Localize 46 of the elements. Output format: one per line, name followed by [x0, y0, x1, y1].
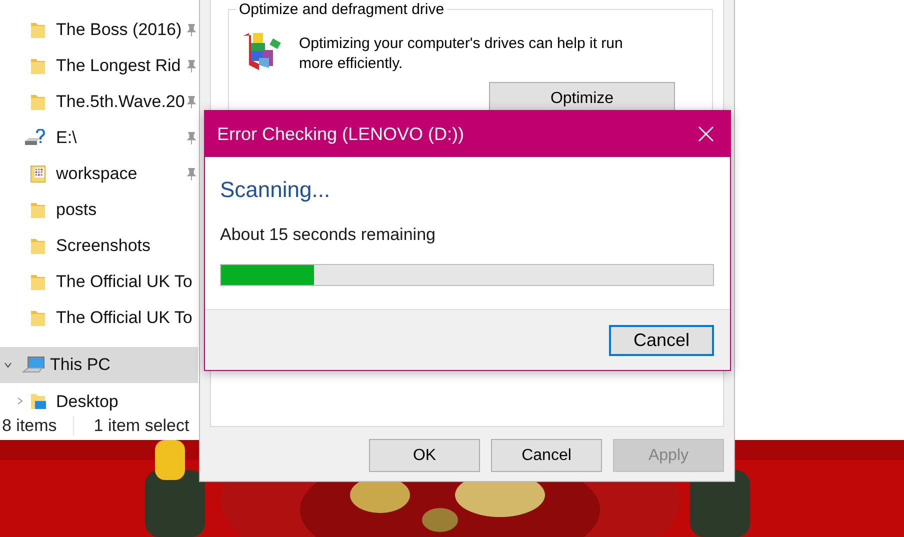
folder-icon: [30, 309, 46, 327]
nav-item[interactable]: E:\: [0, 120, 198, 156]
nav-item[interactable]: Screenshots: [0, 228, 198, 264]
nav-label: E:\: [56, 128, 77, 148]
cancel-button[interactable]: Cancel: [491, 439, 602, 472]
group-title: Optimize and defragment drive: [236, 1, 448, 18]
nav-label: Screenshots: [56, 236, 150, 256]
nav-label: workspace: [56, 164, 138, 184]
chevron-down-icon[interactable]: [4, 361, 12, 369]
folder-grid-icon: [30, 165, 46, 183]
computer-icon: [22, 356, 46, 374]
nav-item[interactable]: The Official UK To: [0, 264, 198, 300]
nav-item[interactable]: posts: [0, 192, 198, 228]
folder-icon: [30, 57, 46, 75]
selection-status: 1 item select: [94, 416, 190, 436]
nav-label: This PC: [50, 355, 110, 375]
time-remaining: About 15 seconds remaining: [220, 225, 436, 245]
dialog-title: Error Checking (LENOVO (D:)): [217, 124, 466, 144]
nav-item[interactable]: The Longest Rid: [0, 48, 198, 84]
nav-item[interactable]: The Boss (2016): [0, 12, 198, 48]
nav-label: The Official UK To: [56, 272, 192, 292]
folder-icon: [30, 273, 46, 291]
desktop-folder-icon: [30, 392, 46, 410]
nav-item[interactable]: The.5th.Wave.20: [0, 84, 198, 120]
nav-item[interactable]: workspace: [0, 156, 198, 192]
nav-label: Desktop: [56, 393, 118, 411]
folder-icon: [30, 21, 46, 39]
nav-item[interactable]: The Official UK To: [0, 300, 198, 336]
scanning-heading: Scanning...: [220, 177, 332, 203]
folder-icon: [30, 237, 46, 255]
ok-button[interactable]: OK: [369, 439, 480, 472]
nav-label: posts: [56, 200, 97, 220]
cancel-button[interactable]: Cancel: [609, 324, 714, 356]
nav-label: The Official UK To: [56, 308, 192, 328]
nav-item[interactable]: Desktop: [0, 383, 198, 411]
item-count: 8 items: [2, 416, 57, 436]
nav-label: The Boss (2016): [56, 20, 182, 40]
drive-question-icon: [24, 129, 46, 147]
nav-item[interactable]: This PC: [0, 347, 198, 383]
nav-label: The Longest Rid: [56, 56, 181, 76]
folder-icon: [30, 93, 46, 111]
close-icon[interactable]: [698, 126, 714, 142]
folder-icon: [30, 201, 46, 219]
description-text: Optimizing your computer's drives can help it run more efficiently.: [299, 34, 624, 74]
chevron-right-icon[interactable]: [16, 397, 24, 405]
nav-label: The.5th.Wave.20: [56, 92, 185, 112]
